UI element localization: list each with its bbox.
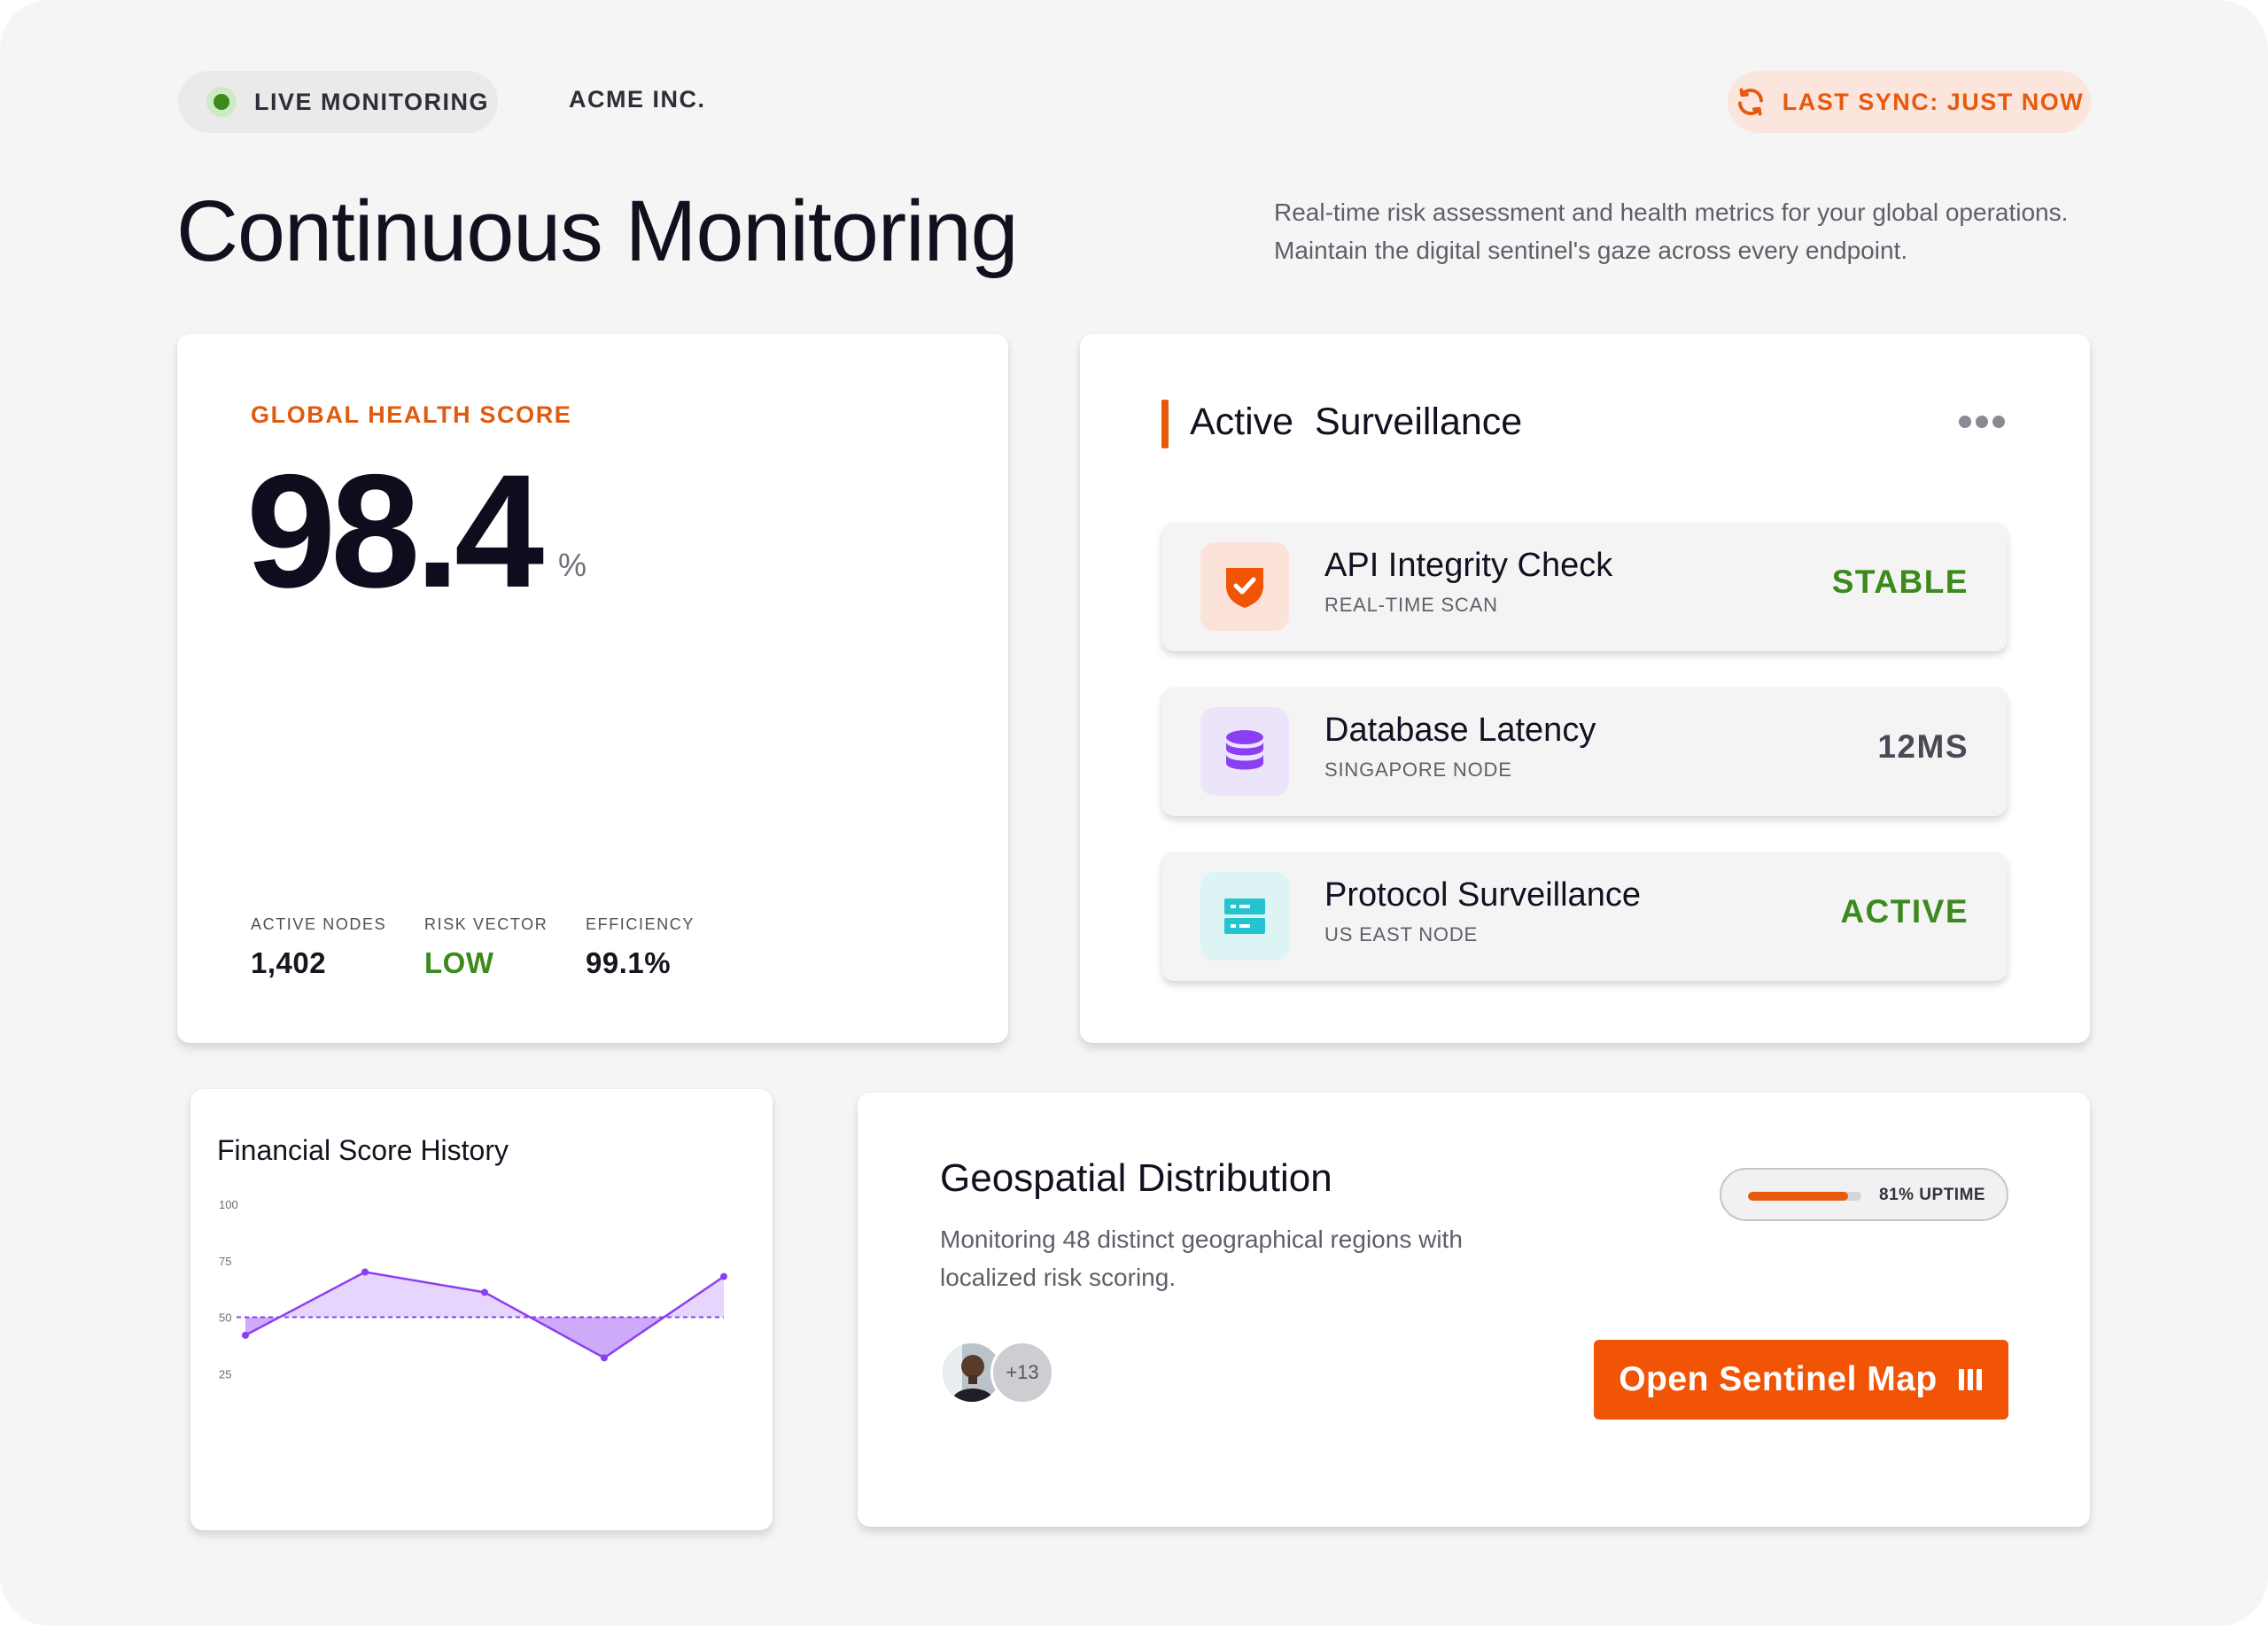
surveillance-item-status: 12MS xyxy=(1877,728,1969,765)
health-score-unit: % xyxy=(558,547,587,583)
dashboard-canvas: LIVE MONITORING ACME INC. LAST SYNC: JUS… xyxy=(0,0,2268,1626)
uptime-badge: 81% UPTIME xyxy=(1720,1168,2008,1221)
stat-label: RISK VECTOR xyxy=(424,915,548,933)
uptime-progress-track xyxy=(1748,1192,1861,1201)
data-point xyxy=(361,1268,369,1276)
server-icon xyxy=(1200,872,1289,961)
geospatial-description: Monitoring 48 distinct geographical regi… xyxy=(940,1225,1463,1291)
surveillance-item-subtitle: SINGAPORE NODE xyxy=(1324,759,1512,781)
geospatial-title: Geospatial Distribution xyxy=(940,1156,1332,1200)
surveillance-item-protocol[interactable]: Protocol Surveillance US EAST NODE ACTIV… xyxy=(1161,852,2008,981)
uptime-label: 81% UPTIME xyxy=(1879,1186,1986,1204)
stat-label: EFFICIENCY xyxy=(586,915,695,933)
area-fill xyxy=(245,1272,724,1358)
shield-check-icon xyxy=(1200,542,1289,631)
surveillance-item-subtitle: REAL-TIME SCAN xyxy=(1324,594,1498,616)
y-tick-label: 50 xyxy=(219,1311,231,1325)
stat-active-nodes: ACTIVE NODES 1,402 xyxy=(251,915,386,980)
financial-chart: 100 75 50 25 xyxy=(219,1198,727,1381)
company-name: ACME INC. xyxy=(569,86,706,113)
stat-risk-vector: RISK VECTOR LOW xyxy=(424,915,548,980)
surveillance-item-name: API Integrity Check xyxy=(1324,547,1613,584)
last-sync-label: LAST SYNC: JUST NOW xyxy=(1782,88,2085,115)
page-title: Continuous Monitoring xyxy=(176,183,1019,279)
surveillance-item-subtitle: US EAST NODE xyxy=(1324,923,1479,945)
active-surveillance-card: Active Surveillance API Integrity Check … xyxy=(1080,334,2090,1043)
open-sentinel-map-label: Open Sentinel Map xyxy=(1619,1360,1938,1398)
health-score-value: 98.4 xyxy=(246,440,544,621)
surveillance-item-status: ACTIVE xyxy=(1840,893,1969,930)
live-monitoring-label: LIVE MONITORING xyxy=(254,88,490,115)
data-point xyxy=(720,1272,727,1280)
global-health-card: GLOBAL HEALTH SCORE 98.4 % ACTIVE NODES … xyxy=(177,334,1008,1043)
live-status-dot-icon xyxy=(206,87,237,117)
y-tick-label: 25 xyxy=(219,1367,231,1381)
financial-score-card: Financial Score History 100 75 50 25 xyxy=(190,1089,773,1530)
data-point xyxy=(481,1288,488,1296)
surveillance-item-api-integrity[interactable]: API Integrity Check REAL-TIME SCAN STABL… xyxy=(1161,523,2008,651)
stat-value: LOW xyxy=(424,946,494,979)
page-description: Real-time risk assessment and health met… xyxy=(1274,198,2069,264)
avatar-overflow-count[interactable]: +13 xyxy=(990,1341,1054,1404)
stat-efficiency: EFFICIENCY 99.1% xyxy=(586,915,695,980)
health-score-label: GLOBAL HEALTH SCORE xyxy=(251,401,572,428)
surveillance-item-database-latency[interactable]: Database Latency SINGAPORE NODE 12MS xyxy=(1161,688,2008,816)
uptime-progress-fill xyxy=(1748,1192,1848,1201)
map-columns-icon xyxy=(1958,1369,1982,1390)
last-sync-badge[interactable]: LAST SYNC: JUST NOW xyxy=(1728,71,2091,133)
y-tick-label: 75 xyxy=(219,1255,231,1268)
surveillance-item-status: STABLE xyxy=(1831,564,1969,600)
surveillance-item-name: Database Latency xyxy=(1324,712,1596,749)
section-accent-bar xyxy=(1161,400,1169,448)
area-fill-below-baseline xyxy=(245,1317,664,1358)
live-monitoring-badge: LIVE MONITORING xyxy=(178,71,498,133)
geospatial-card: Geospatial Distribution Monitoring 48 di… xyxy=(858,1093,2090,1527)
data-point xyxy=(601,1354,608,1362)
stat-value: 1,402 xyxy=(251,946,327,979)
open-sentinel-map-button[interactable]: Open Sentinel Map xyxy=(1594,1340,2008,1420)
refresh-icon xyxy=(1737,88,1763,116)
database-icon xyxy=(1200,707,1289,796)
data-point xyxy=(242,1331,249,1339)
more-horizontal-icon[interactable] xyxy=(1957,408,2007,435)
stat-label: ACTIVE NODES xyxy=(251,915,387,933)
stat-value: 99.1% xyxy=(586,946,672,979)
surveillance-title: Active Surveillance xyxy=(1190,401,1523,443)
y-tick-label: 100 xyxy=(219,1198,238,1211)
surveillance-item-name: Protocol Surveillance xyxy=(1324,876,1641,914)
